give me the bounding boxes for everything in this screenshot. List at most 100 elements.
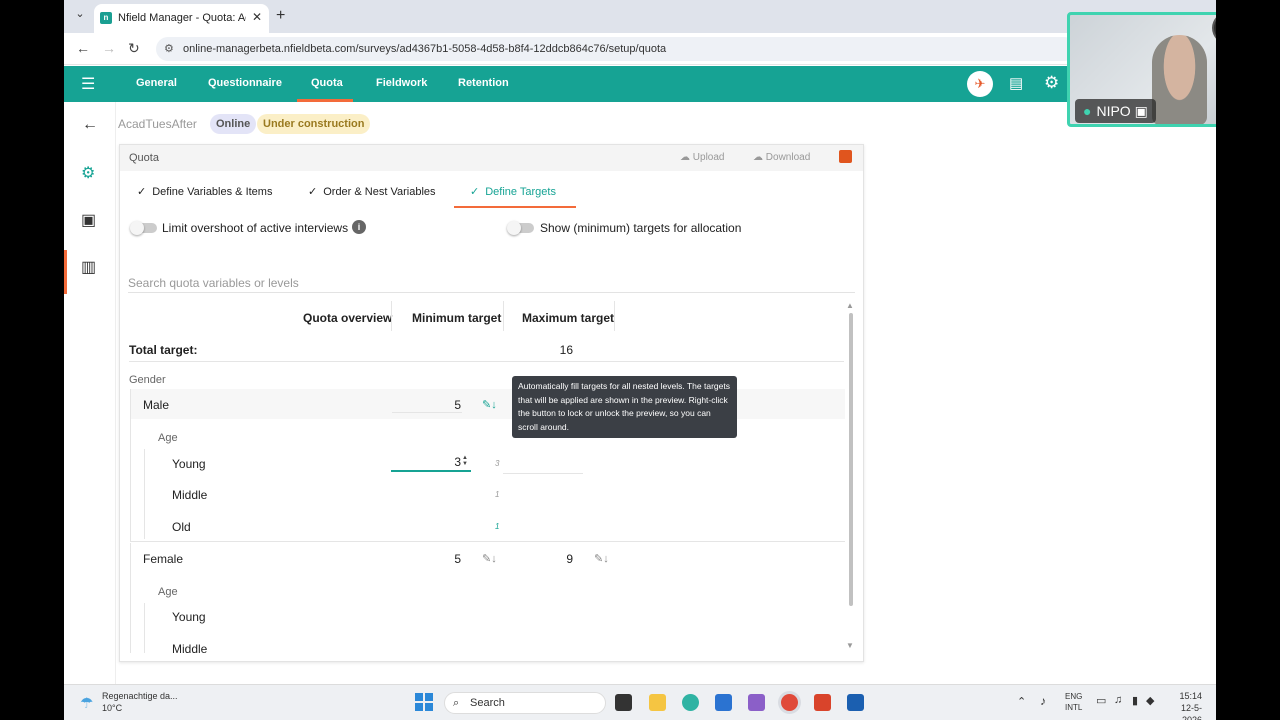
webex-icon[interactable]: [847, 694, 864, 711]
sidebar-active-indicator: [64, 250, 67, 294]
browser-tab-title: Nfield Manager - Quota: AcadTues: [118, 12, 246, 24]
volume-icon[interactable]: ♫: [1114, 694, 1122, 706]
auto-fill-pencil-icon[interactable]: ✎↓: [482, 552, 497, 565]
column-divider: [614, 301, 615, 331]
download-button[interactable]: ☁ Download: [753, 152, 810, 163]
windows-start-icon[interactable]: [415, 693, 433, 711]
scroll-down-icon[interactable]: ▼: [846, 641, 854, 650]
tab-close-icon[interactable]: ✕: [252, 10, 262, 24]
webcam-video-tile: ● NIPO ▣: [1067, 12, 1216, 127]
back-icon[interactable]: ←: [76, 40, 90, 56]
check-icon: ✓: [470, 186, 480, 198]
step-label: Define Targets: [485, 186, 556, 198]
contacts-book-icon[interactable]: ▣: [81, 210, 96, 230]
quota-table: Quota overview Minimum target Maximum ta…: [120, 301, 845, 653]
nav-retention[interactable]: Retention: [458, 77, 509, 89]
clock-date: 12-5-2026: [1180, 703, 1202, 720]
auto-fill-pencil-icon[interactable]: ✎↓: [482, 398, 497, 411]
active-nav-indicator: [297, 99, 353, 102]
clipboard-icon[interactable]: ▤: [1009, 74, 1023, 92]
show-targets-toggle[interactable]: [507, 221, 534, 235]
scroll-up-icon[interactable]: ▲: [846, 301, 854, 310]
file-explorer-icon[interactable]: [649, 694, 666, 711]
female-age-middle-label: Middle: [172, 642, 208, 653]
left-sidebar: ⚙ ▣ ▥: [64, 102, 116, 684]
reload-icon[interactable]: ↻: [128, 40, 140, 57]
overshoot-toggle[interactable]: [130, 221, 157, 235]
app-header-bar: ☰ General Questionnaire Quota Fieldwork …: [64, 66, 1216, 102]
auto-fill-pencil-icon[interactable]: ✎↓: [594, 552, 609, 565]
microphone-icon[interactable]: ♪: [1040, 694, 1046, 708]
search-icon: ⌕: [453, 697, 460, 709]
column-divider: [503, 301, 504, 331]
check-icon: ✓: [137, 186, 147, 198]
browser-address-bar: ← → ↻ ⚙ online-managerbeta.nfieldbeta.co…: [64, 33, 1216, 65]
toggle-knob: [507, 221, 521, 235]
preview-value: 1: [495, 490, 500, 499]
app-tray-icon[interactable]: ◆: [1146, 694, 1154, 707]
language-line1: ENG: [1065, 692, 1083, 701]
divider: [129, 361, 844, 362]
step-define-variables[interactable]: ✓ Define Variables & Items: [137, 185, 272, 198]
settings-gear-icon[interactable]: ⚙: [1044, 73, 1059, 93]
battery-icon[interactable]: ▮: [1132, 694, 1138, 707]
scrollbar-thumb[interactable]: [849, 313, 853, 606]
weather-widget[interactable]: Regenachtige da... 10°C: [102, 690, 178, 714]
nested-variable-label-age: Age: [158, 586, 178, 598]
taskbar-search[interactable]: ⌕ Search: [444, 692, 606, 714]
total-target-label: Total target:: [129, 343, 198, 357]
female-max-target-value[interactable]: 9: [543, 552, 573, 566]
browser-tab[interactable]: n Nfield Manager - Quota: AcadTues ✕: [94, 4, 269, 33]
quota-panel: Quota ☁ Upload ☁ Download ✓ Define Variab…: [119, 144, 864, 662]
step-define-targets[interactable]: ✓ Define Targets: [470, 185, 556, 198]
language-indicator[interactable]: ENG INTL: [1065, 691, 1082, 713]
step-label: Order & Nest Variables: [323, 186, 436, 198]
table-scrollbar[interactable]: ▲ ▼: [846, 301, 856, 653]
tab-search-chevron-icon[interactable]: ⌄: [72, 7, 88, 25]
step-order-nest[interactable]: ✓ Order & Nest Variables: [308, 185, 436, 198]
store-icon[interactable]: [715, 694, 732, 711]
nav-quota[interactable]: Quota: [311, 77, 343, 89]
total-target-max-value: 16: [559, 343, 573, 357]
new-tab-icon[interactable]: +: [276, 7, 285, 25]
task-view-icon[interactable]: [615, 694, 632, 711]
header-maximum-target: Maximum target: [522, 311, 615, 325]
header-minimum-target: Minimum target: [412, 311, 502, 325]
step-label: Define Variables & Items: [152, 186, 273, 198]
browser-tab-strip: ⌄ n Nfield Manager - Quota: AcadTues ✕ +: [64, 0, 1216, 33]
setup-gear-icon[interactable]: ⚙: [81, 163, 95, 183]
male-young-min-target-input[interactable]: [391, 454, 471, 472]
input-underline: [503, 473, 583, 474]
male-min-target-value[interactable]: 5: [431, 398, 461, 412]
copilot-icon[interactable]: [748, 694, 765, 711]
auto-fill-tooltip: Automatically fill targets for all neste…: [512, 376, 737, 438]
quota-search-input[interactable]: [128, 273, 855, 293]
weather-icon[interactable]: ☂: [80, 694, 93, 712]
nav-fieldwork[interactable]: Fieldwork: [376, 77, 427, 89]
preview-value: 1: [495, 522, 500, 531]
plane-icon[interactable]: ✈: [967, 71, 993, 97]
forward-icon[interactable]: →: [102, 40, 116, 56]
nav-general[interactable]: General: [136, 77, 177, 89]
bar-chart-icon[interactable]: ▥: [81, 257, 96, 277]
system-clock[interactable]: 15:14 12-5-2026: [1162, 690, 1202, 720]
url-field[interactable]: ⚙ online-managerbeta.nfieldbeta.com/surv…: [156, 37, 1076, 61]
save-icon[interactable]: [839, 150, 852, 163]
input-underline: [392, 412, 462, 413]
site-settings-icon[interactable]: ⚙: [164, 42, 174, 55]
nav-questionnaire[interactable]: Questionnaire: [208, 77, 282, 89]
female-min-target-value[interactable]: 5: [431, 552, 461, 566]
participant-video: [1152, 35, 1207, 124]
upload-button[interactable]: ☁ Upload: [680, 152, 724, 163]
menu-icon[interactable]: ☰: [81, 74, 95, 94]
preview-value: 3: [495, 459, 500, 468]
info-icon[interactable]: i: [352, 220, 366, 234]
acrobat-icon[interactable]: [814, 694, 831, 711]
network-icon[interactable]: ▭: [1096, 694, 1106, 707]
back-arrow-icon[interactable]: ←: [82, 116, 98, 134]
chrome-browser-icon[interactable]: [781, 694, 798, 711]
cloud-upload-icon: ☁: [680, 152, 693, 163]
edge-browser-icon[interactable]: [682, 694, 699, 711]
number-spinner-icon[interactable]: ▲ ▼: [462, 455, 468, 467]
tray-overflow-icon[interactable]: ⌃: [1017, 695, 1026, 708]
